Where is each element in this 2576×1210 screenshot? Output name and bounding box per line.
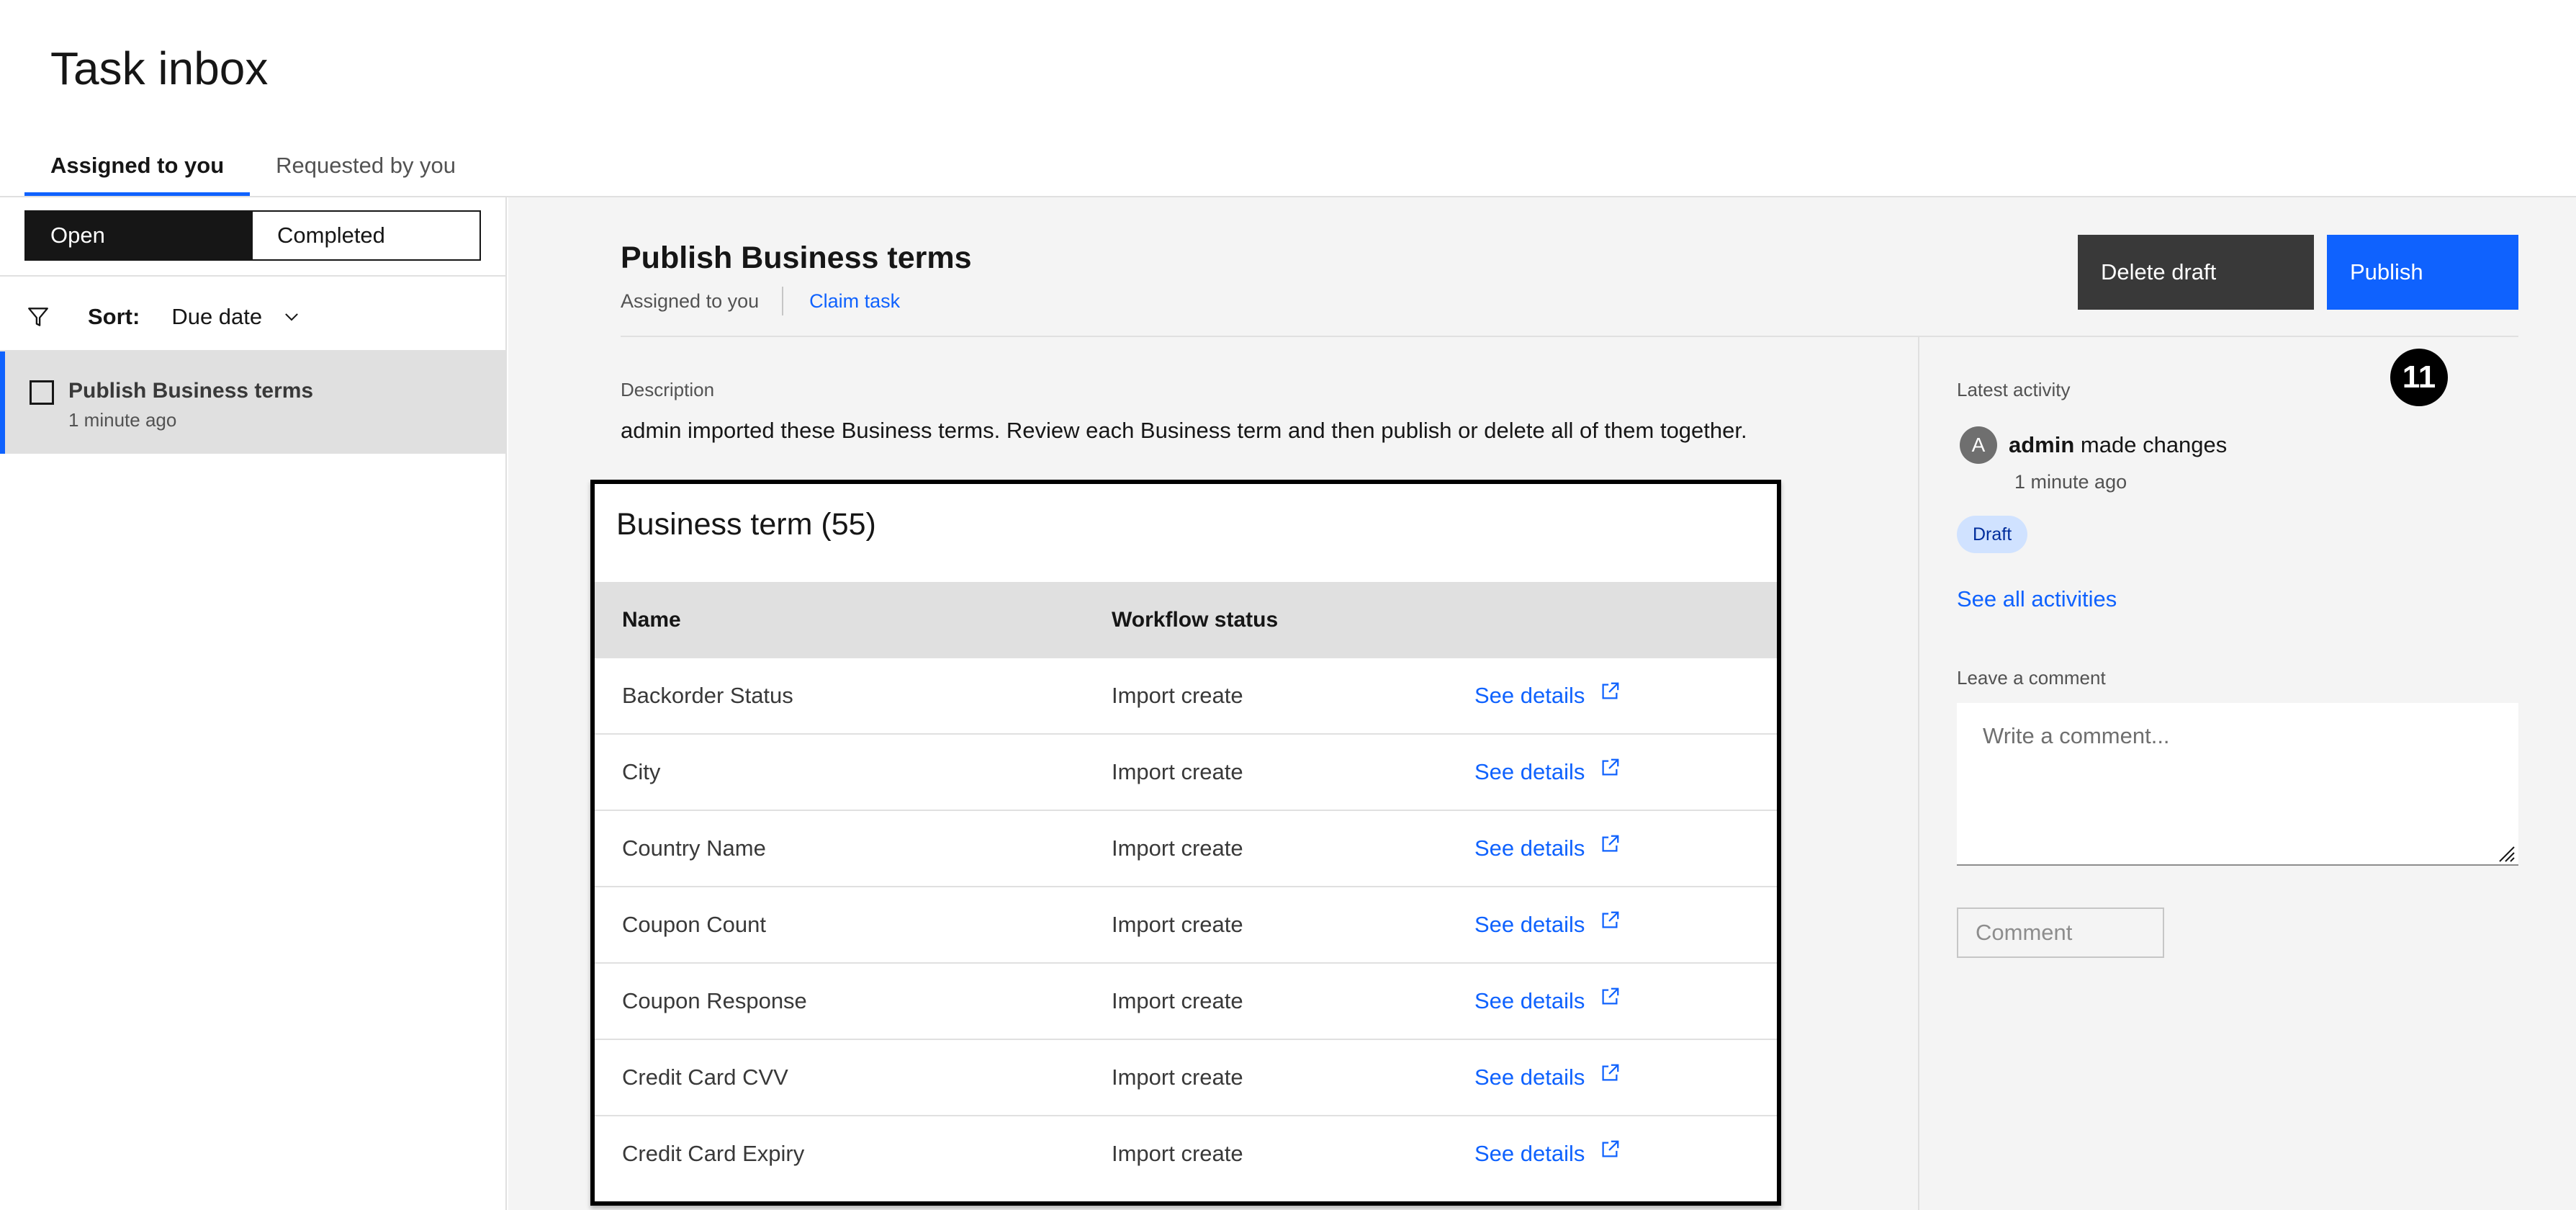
comment-input[interactable] — [1957, 703, 2518, 866]
launch-icon — [1602, 682, 1619, 699]
page-title: Task inbox — [50, 42, 269, 94]
table-header: Name Workflow status — [595, 582, 1777, 658]
see-details-link[interactable]: See details — [1474, 835, 1621, 861]
table-row: City Import create See details — [595, 735, 1777, 811]
description-text: admin imported these Business terms. Rev… — [621, 418, 1747, 443]
task-detail-title: Publish Business terms — [621, 241, 972, 275]
claim-task-link[interactable]: Claim task — [809, 290, 900, 313]
column-divider — [1918, 337, 1919, 1210]
avatar: A — [1960, 426, 1997, 464]
table-row: Country Name Import create See details — [595, 811, 1777, 887]
table-row: Credit Card CVV Import create See detail… — [595, 1040, 1777, 1116]
divider — [621, 336, 2518, 337]
filter-icon[interactable] — [26, 305, 50, 329]
task-title: Publish Business terms — [68, 379, 314, 403]
segment-open[interactable]: Open — [26, 212, 253, 259]
see-details-label: See details — [1474, 835, 1585, 861]
status-badge: Draft — [1957, 516, 2028, 553]
table-row: Coupon Count Import create See details — [595, 887, 1777, 964]
sort-row: Sort: Due date — [26, 295, 301, 339]
table-title: Business term (55) — [616, 507, 876, 542]
see-details-label: See details — [1474, 683, 1585, 708]
see-details-label: See details — [1474, 912, 1585, 937]
assigned-label: Assigned to you — [621, 287, 784, 315]
launch-icon — [1602, 1140, 1619, 1157]
column-header-name[interactable]: Name — [622, 608, 681, 632]
launch-icon — [1602, 1064, 1619, 1081]
launch-icon — [1602, 987, 1619, 1005]
term-status: Import create — [1112, 759, 1243, 784]
description-label: Description — [621, 379, 715, 400]
status-switcher: Open Completed — [24, 210, 481, 261]
table-row: Credit Card Expiry Import create See det… — [595, 1116, 1777, 1193]
term-status: Import create — [1112, 912, 1243, 937]
task-meta: Assigned to you Claim task — [621, 287, 900, 315]
see-all-activities-link[interactable]: See all activities — [1957, 586, 2117, 612]
comment-button[interactable]: Comment — [1957, 908, 2164, 958]
business-term-table: Business term (55) Name Workflow status … — [590, 480, 1781, 1206]
column-header-workflow-status[interactable]: Workflow status — [1112, 608, 1278, 632]
launch-icon — [1602, 911, 1619, 928]
tab-bar: Assigned to you Requested by you — [24, 144, 482, 196]
activity-user: admin — [2009, 432, 2075, 457]
table-row: Backorder Status Import create See detai… — [595, 658, 1777, 735]
term-name: City — [622, 759, 661, 784]
comment-label: Leave a comment — [1957, 667, 2106, 689]
segment-completed[interactable]: Completed — [253, 212, 479, 259]
delete-draft-button[interactable]: Delete draft — [2078, 235, 2314, 310]
term-status: Import create — [1112, 1141, 1243, 1166]
tab-requested-by-you[interactable]: Requested by you — [250, 144, 482, 196]
term-name: Country Name — [622, 835, 766, 861]
see-details-link[interactable]: See details — [1474, 987, 1621, 1014]
see-details-label: See details — [1474, 1065, 1585, 1090]
activity-entry: admin made changes — [2009, 432, 2227, 458]
task-time: 1 minute ago — [68, 409, 177, 431]
task-checkbox[interactable] — [30, 380, 54, 405]
chevron-down-icon[interactable] — [282, 308, 301, 326]
see-details-label: See details — [1474, 759, 1585, 784]
task-sidebar: Open Completed Sort: Due date Publish Bu… — [0, 197, 507, 1210]
term-name: Coupon Response — [622, 988, 807, 1013]
task-list-item[interactable]: Publish Business terms 1 minute ago — [0, 351, 505, 454]
sort-label: Sort: — [88, 304, 140, 329]
term-status: Import create — [1112, 988, 1243, 1013]
term-name: Credit Card CVV — [622, 1065, 788, 1090]
publish-button[interactable]: Publish — [2327, 235, 2518, 310]
term-name: Coupon Count — [622, 912, 766, 937]
see-details-link[interactable]: See details — [1474, 1064, 1621, 1090]
see-details-label: See details — [1474, 1141, 1585, 1166]
launch-icon — [1602, 835, 1619, 852]
launch-icon — [1602, 758, 1619, 776]
callout-badge: 11 — [2390, 349, 2448, 406]
resize-handle-icon[interactable] — [2497, 844, 2516, 863]
activity-action: made changes — [2080, 432, 2228, 457]
term-name: Backorder Status — [622, 683, 793, 708]
term-status: Import create — [1112, 1065, 1243, 1090]
see-details-label: See details — [1474, 988, 1585, 1013]
latest-activity-label: Latest activity — [1957, 379, 2071, 400]
activity-time: 1 minute ago — [2014, 471, 2127, 493]
term-status: Import create — [1112, 683, 1243, 708]
table-row: Coupon Response Import create See detail… — [595, 964, 1777, 1040]
see-details-link[interactable]: See details — [1474, 758, 1621, 785]
see-details-link[interactable]: See details — [1474, 911, 1621, 938]
tab-assigned-to-you[interactable]: Assigned to you — [24, 144, 251, 196]
sort-dropdown[interactable]: Due date — [171, 304, 262, 330]
see-details-link[interactable]: See details — [1474, 682, 1621, 709]
see-details-link[interactable]: See details — [1474, 1140, 1621, 1167]
term-status: Import create — [1112, 835, 1243, 861]
term-name: Credit Card Expiry — [622, 1141, 805, 1166]
divider — [0, 275, 507, 277]
